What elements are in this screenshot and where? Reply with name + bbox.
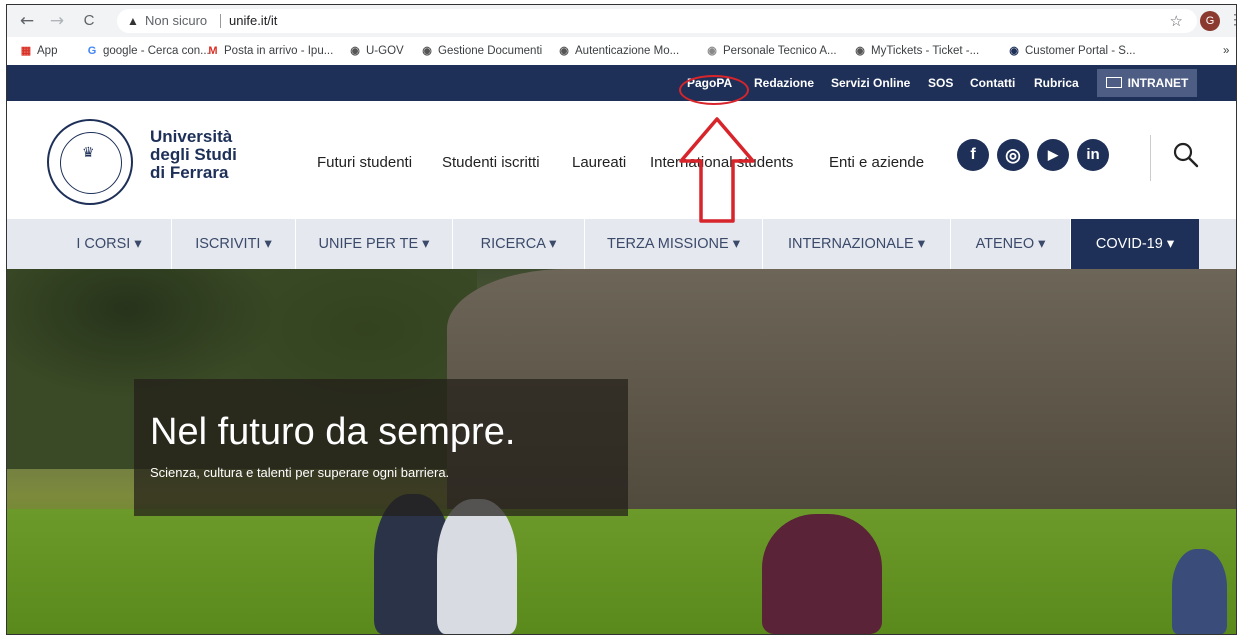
bookmark-item[interactable]: ◉ Customer Portal - S... bbox=[1007, 37, 1136, 65]
bookmark-label: U-GOV bbox=[366, 45, 404, 57]
menu-studenti-iscritti[interactable]: Studenti iscritti bbox=[442, 154, 540, 171]
hero-person-3 bbox=[762, 514, 882, 634]
laptop-icon bbox=[1105, 77, 1122, 89]
bookmark-item[interactable]: ◉ MyTickets - Ticket -... bbox=[853, 37, 979, 65]
util-link-sos[interactable]: SOS bbox=[928, 65, 953, 101]
menu-enti-e-aziende[interactable]: Enti e aziende bbox=[829, 154, 924, 171]
forward-button[interactable]: → bbox=[47, 11, 67, 31]
portal-icon: ◉ bbox=[1009, 44, 1019, 57]
url-text[interactable]: unife.it/it bbox=[229, 9, 277, 33]
browser-toolbar: ← → C ▲ Non sicuro unife.it/it ☆ G ⋮ bbox=[7, 5, 1236, 37]
util-link-redazione[interactable]: Redazione bbox=[754, 65, 814, 101]
nav-ricerca[interactable]: RICERCA ▾ bbox=[453, 219, 585, 269]
hero-title: Nel futuro da sempre. bbox=[150, 411, 516, 453]
mytickets-icon: ◉ bbox=[855, 44, 865, 57]
bookmark-label: google - Cerca con... bbox=[103, 45, 210, 57]
unife-icon: ◉ bbox=[707, 44, 717, 57]
hero-subtitle: Scienza, cultura e talenti per superare … bbox=[150, 465, 450, 480]
bookmark-item[interactable]: Ggoogle - Cerca con... bbox=[85, 37, 210, 65]
hero-person-2 bbox=[437, 499, 517, 634]
nav-iscriviti[interactable]: ISCRIVITI ▾ bbox=[172, 219, 296, 269]
hero-person-4 bbox=[1172, 549, 1227, 634]
bookmark-label: MyTickets - Ticket -... bbox=[871, 45, 980, 57]
menu-laureati[interactable]: Laureati bbox=[572, 154, 626, 171]
bookmark-item[interactable]: ◉ Gestione Documenti bbox=[420, 37, 542, 65]
gmail-icon: M bbox=[208, 44, 218, 57]
brand-name[interactable]: Università degli Studi di Ferrara bbox=[150, 128, 237, 182]
nav-internazionale[interactable]: INTERNAZIONALE ▾ bbox=[763, 219, 951, 269]
profile-avatar[interactable]: G bbox=[1200, 11, 1220, 31]
util-link-contatti[interactable]: Contatti bbox=[970, 65, 1015, 101]
nav-i-corsi[interactable]: I CORSI ▾ bbox=[47, 219, 172, 269]
reload-button[interactable]: C bbox=[79, 11, 99, 31]
hero-grass bbox=[7, 509, 1236, 634]
bookmarks-bar: ▦ App Ggoogle - Cerca con... M Posta in arri… bbox=[7, 37, 1236, 66]
screenshot-frame: ← → C ▲ Non sicuro unife.it/it ☆ G ⋮ ▦ Ap… bbox=[6, 4, 1237, 635]
brand-line-3: di Ferrara bbox=[150, 163, 229, 182]
university-seal-logo[interactable]: ♛ bbox=[47, 119, 133, 205]
intranet-label: INTRANET bbox=[1127, 76, 1189, 90]
nav-covid-19[interactable]: COVID-19 ▾ bbox=[1071, 219, 1199, 269]
facebook-icon[interactable]: f bbox=[957, 139, 989, 171]
warning-icon[interactable]: ▲ bbox=[127, 9, 139, 33]
more-bookmarks-button[interactable]: » bbox=[1223, 37, 1229, 65]
util-link-rubrica[interactable]: Rubrica bbox=[1034, 65, 1079, 101]
header-divider bbox=[1150, 135, 1151, 181]
nav-terza-missione[interactable]: TERZA MISSIONE ▾ bbox=[585, 219, 763, 269]
site-header: ♛ Università degli Studi di Ferrara Futu… bbox=[7, 101, 1236, 219]
main-navigation: I CORSI ▾ ISCRIVITI ▾ UNIFE PER TE ▾ RIC… bbox=[7, 219, 1236, 269]
youtube-icon[interactable]: ▶ bbox=[1037, 139, 1069, 171]
globe-icon: ◉ bbox=[559, 44, 569, 57]
util-link-servizi-online[interactable]: Servizi Online bbox=[831, 65, 910, 101]
bookmark-item[interactable]: ▦ App bbox=[19, 37, 58, 65]
bookmark-label: Personale Tecnico A... bbox=[723, 45, 837, 57]
bookmark-label: App bbox=[37, 45, 58, 57]
bookmark-item[interactable]: ◉ U-GOV bbox=[348, 37, 404, 65]
bookmark-label: Autenticazione Mo... bbox=[575, 45, 680, 57]
ugov-icon: ◉ bbox=[350, 44, 360, 57]
instagram-icon[interactable]: ◎ bbox=[997, 139, 1029, 171]
back-button[interactable]: ← bbox=[17, 11, 37, 31]
globe-icon: ◉ bbox=[422, 44, 432, 57]
bookmark-label: Gestione Documenti bbox=[438, 45, 543, 57]
utility-bar: PagoPA Redazione Servizi Online SOS Cont… bbox=[7, 65, 1236, 101]
nav-unife-per-te[interactable]: UNIFE PER TE ▾ bbox=[296, 219, 453, 269]
apps-grid-icon: ▦ bbox=[20, 44, 32, 57]
brand-line-1: Università bbox=[150, 127, 233, 146]
address-bar[interactable]: ▲ Non sicuro unife.it/it ☆ bbox=[117, 9, 1197, 33]
omnibox-separator bbox=[220, 14, 221, 28]
linkedin-icon[interactable]: in bbox=[1077, 139, 1109, 171]
bookmark-item[interactable]: M Posta in arrivo - Ipu... bbox=[206, 37, 333, 65]
bookmark-star-icon[interactable]: ☆ bbox=[1170, 9, 1183, 33]
bookmark-item[interactable]: ◉ Autenticazione Mo... bbox=[557, 37, 679, 65]
hero-caption-box: Nel futuro da sempre. Scienza, cultura e… bbox=[134, 379, 628, 516]
bookmark-label: Posta in arrivo - Ipu... bbox=[224, 45, 334, 57]
bookmark-label: Customer Portal - S... bbox=[1025, 45, 1136, 57]
search-icon[interactable] bbox=[1172, 141, 1200, 169]
nav-ateneo[interactable]: ATENEO ▾ bbox=[951, 219, 1071, 269]
google-icon: G bbox=[87, 44, 97, 57]
security-status[interactable]: Non sicuro bbox=[145, 9, 207, 33]
menu-futuri-studenti[interactable]: Futuri studenti bbox=[317, 154, 412, 171]
hero-image: Nel futuro da sempre. Scienza, cultura e… bbox=[7, 269, 1236, 634]
browser-menu-icon[interactable]: ⋮ bbox=[1228, 11, 1236, 28]
annotation-circle bbox=[679, 75, 749, 105]
intranet-button[interactable]: INTRANET bbox=[1097, 69, 1197, 97]
brand-line-2: degli Studi bbox=[150, 145, 237, 164]
annotation-arrow-icon bbox=[679, 117, 755, 223]
bookmark-item[interactable]: ◉ Personale Tecnico A... bbox=[705, 37, 837, 65]
